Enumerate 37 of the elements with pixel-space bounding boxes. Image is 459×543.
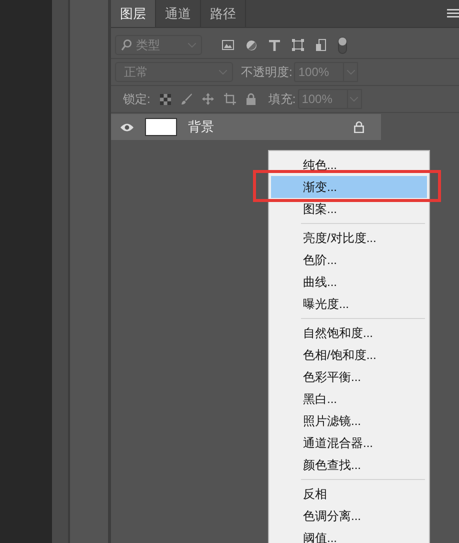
menu-item[interactable]: 渐变... xyxy=(271,176,427,198)
menu-item[interactable]: 自然饱和度... xyxy=(271,326,427,340)
fill-label: 填充: xyxy=(268,90,296,108)
layer-thumbnail xyxy=(145,118,177,136)
menu-item[interactable]: 纯色... xyxy=(271,158,427,172)
layer-row[interactable]: 背景 xyxy=(111,114,381,140)
menu-item[interactable]: 曲线... xyxy=(271,275,427,289)
layer-name: 背景 xyxy=(188,118,214,136)
menu-item[interactable]: 亮度/对比度... xyxy=(271,231,427,245)
menu-item[interactable]: 图案... xyxy=(271,202,427,216)
eye-icon[interactable] xyxy=(120,122,134,132)
menu-item[interactable]: 反相 xyxy=(271,487,427,501)
panel-tab[interactable]: 图层 xyxy=(111,0,156,27)
menu-item[interactable]: 色调分离... xyxy=(271,509,427,523)
lock-icon[interactable] xyxy=(246,93,256,105)
move-icon[interactable] xyxy=(202,93,214,105)
transform-icon[interactable] xyxy=(292,39,304,51)
menu-item[interactable]: 照片滤镜... xyxy=(271,414,427,428)
menu-item[interactable]: 颜色查找... xyxy=(271,458,427,472)
opacity-label: 不透明度: xyxy=(241,64,292,80)
checkerboard-icon[interactable] xyxy=(160,94,172,104)
image-icon[interactable] xyxy=(222,40,234,50)
brush-icon[interactable] xyxy=(181,93,192,105)
menu-item[interactable]: 色阶... xyxy=(271,253,427,267)
type-tool-icon[interactable] xyxy=(269,40,280,50)
half-circle-icon[interactable] xyxy=(246,40,257,50)
smart-object-icon[interactable] xyxy=(316,39,326,51)
menu-item[interactable]: 曝光度... xyxy=(271,297,427,311)
menu-item[interactable]: 通道混合器... xyxy=(271,436,427,450)
menu-item[interactable]: 色相/饱和度... xyxy=(271,348,427,362)
search-icon xyxy=(121,39,132,51)
menu-icon[interactable] xyxy=(447,9,459,18)
toggle-switch[interactable] xyxy=(338,36,347,54)
artboard-icon[interactable] xyxy=(224,93,236,105)
menu-item[interactable]: 色彩平衡... xyxy=(271,370,427,384)
lock-label: 锁定: xyxy=(123,90,150,108)
menu-item[interactable]: 黑白... xyxy=(271,392,427,406)
